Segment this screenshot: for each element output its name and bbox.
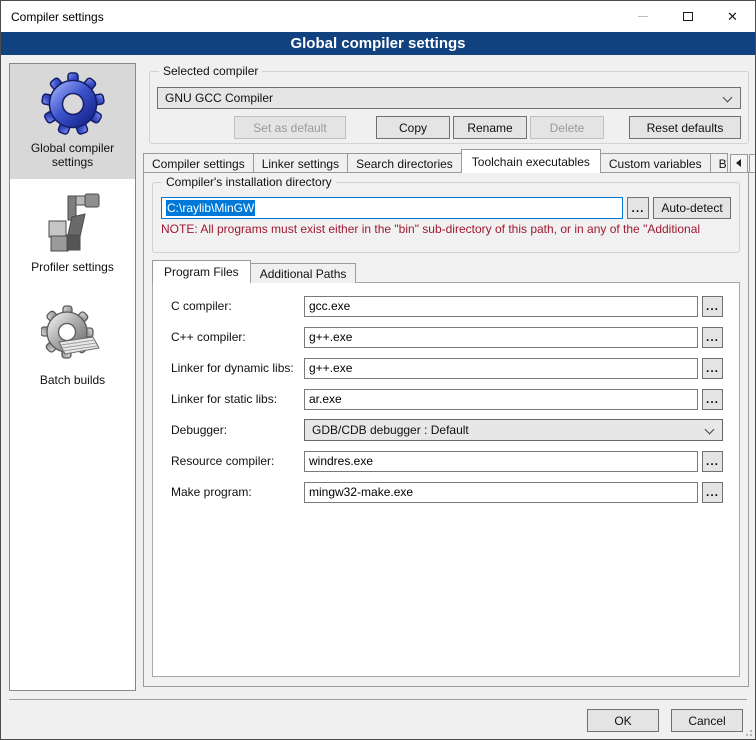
minimize-button[interactable] [620,1,665,32]
debugger-label: Debugger: [171,423,304,437]
resize-grip[interactable] [744,728,752,736]
auto-detect-button[interactable]: Auto-detect [653,197,731,219]
tab-scroll-buttons [729,153,756,173]
form-row-resource-compiler: Resource compiler: ... [171,450,723,472]
form-row-cpp-compiler: C++ compiler: ... [171,326,723,348]
install-dir-input[interactable]: C:\raylib\MinGW [161,197,623,219]
chevron-down-icon [723,93,733,103]
ok-button[interactable]: OK [587,709,659,732]
c-compiler-browse-button[interactable]: ... [702,296,723,317]
sidebar-item-label: Profiler settings [27,260,118,274]
tab-custom-variables[interactable]: Custom variables [600,153,711,173]
form-row-c-compiler: C compiler: ... [171,295,723,317]
linker-static-browse-button[interactable]: ... [702,389,723,410]
compiler-buttons-row: Set as default Copy Rename Delete Reset … [157,116,741,139]
resource-compiler-browse-button[interactable]: ... [702,451,723,472]
tab-toolchain-executables[interactable]: Toolchain executables [461,149,601,173]
toolchain-executables-panel: Compiler's installation directory C:\ray… [143,172,749,687]
sidebar-item-global-compiler-settings[interactable]: Global compiler settings [10,64,135,179]
compiler-select[interactable]: GNU GCC Compiler [157,87,741,109]
close-button[interactable]: ✕ [710,1,755,32]
c-compiler-input[interactable] [304,296,698,317]
chevron-down-icon [705,425,715,435]
debugger-select[interactable]: GDB/CDB debugger : Default [304,419,723,441]
title-bar[interactable]: Compiler settings ✕ [1,1,755,32]
subtab-program-files[interactable]: Program Files [152,260,251,283]
tab-scroll-right-button[interactable] [749,154,756,173]
install-dir-browse-button[interactable]: ... [627,197,649,219]
blue-gear-icon [41,72,105,136]
linker-dynamic-input[interactable] [304,358,698,379]
linker-dynamic-label: Linker for dynamic libs: [171,361,304,375]
make-program-input[interactable] [304,482,698,503]
selected-compiler-legend: Selected compiler [159,64,262,78]
delete-button[interactable]: Delete [530,116,604,139]
maximize-button[interactable] [665,1,710,32]
form-row-linker-dynamic: Linker for dynamic libs: ... [171,357,723,379]
tab-build-options-truncated[interactable]: Build [710,153,728,173]
sidebar-item-profiler-settings[interactable]: Profiler settings [10,179,135,274]
banner: Global compiler settings [1,32,755,55]
resource-compiler-input[interactable] [304,451,698,472]
minimize-icon [638,16,648,17]
main-tab-strip: Compiler settings Linker settings Search… [143,150,747,173]
make-program-browse-button[interactable]: ... [702,482,723,503]
installation-directory-legend: Compiler's installation directory [162,175,336,189]
set-as-default-button[interactable]: Set as default [234,116,346,139]
settings-sidebar: Global compiler settings Profiler settin… [9,63,136,691]
installation-directory-row: C:\raylib\MinGW ... Auto-detect [161,197,731,219]
window-title: Compiler settings [1,10,104,24]
sidebar-item-label: Global compiler settings [10,141,135,169]
footer-divider [9,699,747,700]
cancel-button[interactable]: Cancel [671,709,743,732]
rename-button[interactable]: Rename [453,116,527,139]
banner-title: Global compiler settings [290,35,465,52]
caliper-icon [41,191,105,255]
window-controls: ✕ [620,1,755,32]
install-dir-selected-text: C:\raylib\MinGW [166,200,255,216]
sidebar-item-batch-builds[interactable]: Batch builds [10,274,135,387]
copy-button[interactable]: Copy [376,116,450,139]
resource-compiler-label: Resource compiler: [171,454,304,468]
compiler-select-value: GNU GCC Compiler [165,91,273,105]
maximize-icon [683,12,693,21]
close-icon: ✕ [727,10,738,23]
cpp-compiler-browse-button[interactable]: ... [702,327,723,348]
gray-gear-stack-icon [41,304,105,368]
tab-scroll-left-button[interactable] [730,154,748,173]
tab-compiler-settings[interactable]: Compiler settings [143,153,254,173]
cpp-compiler-input[interactable] [304,327,698,348]
linker-dynamic-browse-button[interactable]: ... [702,358,723,379]
tab-linker-settings[interactable]: Linker settings [253,153,348,173]
compiler-settings-dialog: Compiler settings ✕ Global compiler sett… [0,0,756,740]
sidebar-item-label: Batch builds [36,373,109,387]
program-files-tab-strip: Program Files Additional Paths [152,260,355,283]
arrow-left-icon [736,159,741,167]
installation-directory-group: Compiler's installation directory C:\ray… [152,182,740,253]
form-row-linker-static: Linker for static libs: ... [171,388,723,410]
linker-static-label: Linker for static libs: [171,392,304,406]
reset-defaults-button[interactable]: Reset defaults [629,116,741,139]
linker-static-input[interactable] [304,389,698,410]
subtab-additional-paths[interactable]: Additional Paths [250,263,357,283]
cpp-compiler-label: C++ compiler: [171,330,304,344]
program-files-panel: C compiler: ... C++ compiler: ... Linker… [152,282,740,677]
make-program-label: Make program: [171,485,304,499]
c-compiler-label: C compiler: [171,299,304,313]
selected-compiler-group: Selected compiler GNU GCC Compiler Set a… [149,71,749,144]
debugger-select-value: GDB/CDB debugger : Default [312,423,469,437]
bin-subdirectory-note: NOTE: All programs must exist either in … [161,222,731,236]
form-row-make-program: Make program: ... [171,481,723,503]
form-row-debugger: Debugger: GDB/CDB debugger : Default [171,419,723,441]
tab-search-directories[interactable]: Search directories [347,153,462,173]
